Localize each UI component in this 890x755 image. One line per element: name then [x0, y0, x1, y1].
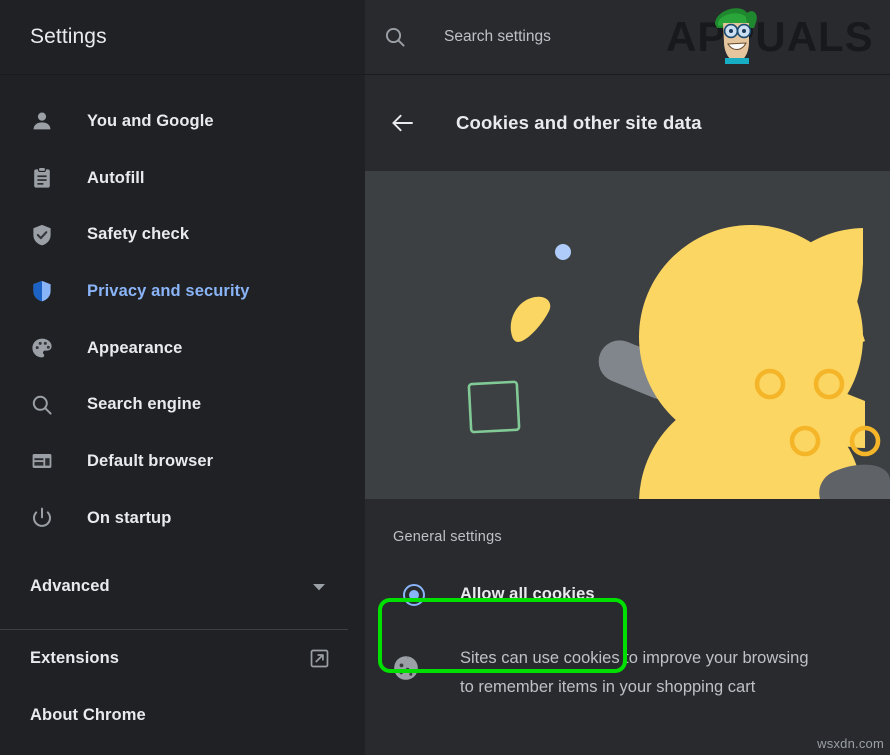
- option-label: Allow all cookies: [460, 585, 595, 603]
- sidebar: You and Google Autofill Safety check Pri…: [0, 75, 365, 755]
- radio-button-selected[interactable]: [403, 583, 425, 606]
- sidebar-item-label: Autofill: [87, 168, 145, 187]
- sidebar-item-extensions[interactable]: Extensions: [0, 630, 365, 687]
- search-icon: [30, 393, 54, 417]
- sidebar-item-label: About Chrome: [30, 705, 146, 724]
- sidebar-item-label: Privacy and security: [87, 281, 250, 300]
- chevron-down-icon[interactable]: [309, 577, 329, 597]
- cookie-shape: [639, 220, 890, 499]
- sidebar-item-on-startup[interactable]: On startup: [0, 490, 365, 547]
- desc-line-1: Sites can use cookies to improve your br…: [460, 649, 809, 667]
- sidebar-item-label: You and Google: [87, 111, 214, 130]
- main-content: Cookies and other site data General sett…: [365, 75, 890, 755]
- sidebar-item-advanced[interactable]: Advanced: [0, 559, 365, 615]
- site-watermark: wsxdn.com: [817, 736, 884, 751]
- desc-line-2: to remember items in your shopping cart: [460, 678, 756, 696]
- shield-icon: [30, 279, 54, 303]
- sidebar-item-you-and-google[interactable]: You and Google: [0, 93, 365, 150]
- sidebar-item-label: Appearance: [87, 338, 183, 357]
- sidebar-item-label: Search engine: [87, 395, 202, 414]
- app-title-area: Settings: [0, 0, 365, 74]
- sidebar-item-search-engine[interactable]: Search engine: [0, 376, 365, 433]
- sidebar-item-autofill[interactable]: Autofill: [0, 150, 365, 207]
- settings-window: Settings APPUALS: [0, 0, 890, 755]
- arrow-left-icon[interactable]: [390, 110, 416, 136]
- sidebar-item-label: On startup: [87, 508, 172, 527]
- person-icon: [30, 109, 54, 133]
- option-description-text: Sites can use cookies to improve your br…: [460, 644, 809, 702]
- top-bar: Settings APPUALS: [0, 0, 890, 75]
- sidebar-item-safety-check[interactable]: Safety check: [0, 206, 365, 263]
- search-bar: APPUALS: [365, 0, 890, 74]
- browser-window-icon: [30, 449, 54, 473]
- option-allow-all-cookies[interactable]: Allow all cookies: [378, 557, 627, 632]
- external-link-icon[interactable]: [310, 649, 329, 668]
- blue-dot-shape: [555, 244, 571, 260]
- radio-dot: [409, 589, 419, 600]
- body-area: You and Google Autofill Safety check Pri…: [0, 75, 890, 755]
- general-settings-section: General settings Allow all cookies Sites…: [365, 499, 890, 755]
- sidebar-advanced-label: Advanced: [30, 577, 110, 595]
- search-input[interactable]: [444, 28, 704, 46]
- sidebar-item-appearance[interactable]: Appearance: [0, 320, 365, 377]
- sidebar-item-about-chrome[interactable]: About Chrome: [0, 687, 365, 744]
- section-title: General settings: [393, 529, 502, 545]
- page-title: Settings: [30, 25, 107, 48]
- sidebar-item-default-browser[interactable]: Default browser: [0, 433, 365, 490]
- sidebar-item-label: Safety check: [87, 225, 190, 244]
- power-icon: [30, 506, 54, 530]
- cookie-icon: [391, 653, 421, 683]
- sidebar-item-label: Extensions: [30, 648, 120, 667]
- clipboard-icon: [30, 166, 54, 190]
- sidebar-item-privacy-and-security[interactable]: Privacy and security: [0, 263, 365, 320]
- sidebar-item-label: Default browser: [87, 451, 214, 470]
- search-icon: [383, 25, 407, 49]
- content-header: Cookies and other site data: [365, 75, 890, 171]
- cookie-illustration: [365, 171, 890, 499]
- palette-icon: [30, 336, 54, 360]
- shield-check-icon: [30, 223, 54, 247]
- option-description: Sites can use cookies to improve your br…: [391, 644, 809, 702]
- content-page-title: Cookies and other site data: [456, 112, 702, 133]
- search-wrap: [365, 25, 704, 49]
